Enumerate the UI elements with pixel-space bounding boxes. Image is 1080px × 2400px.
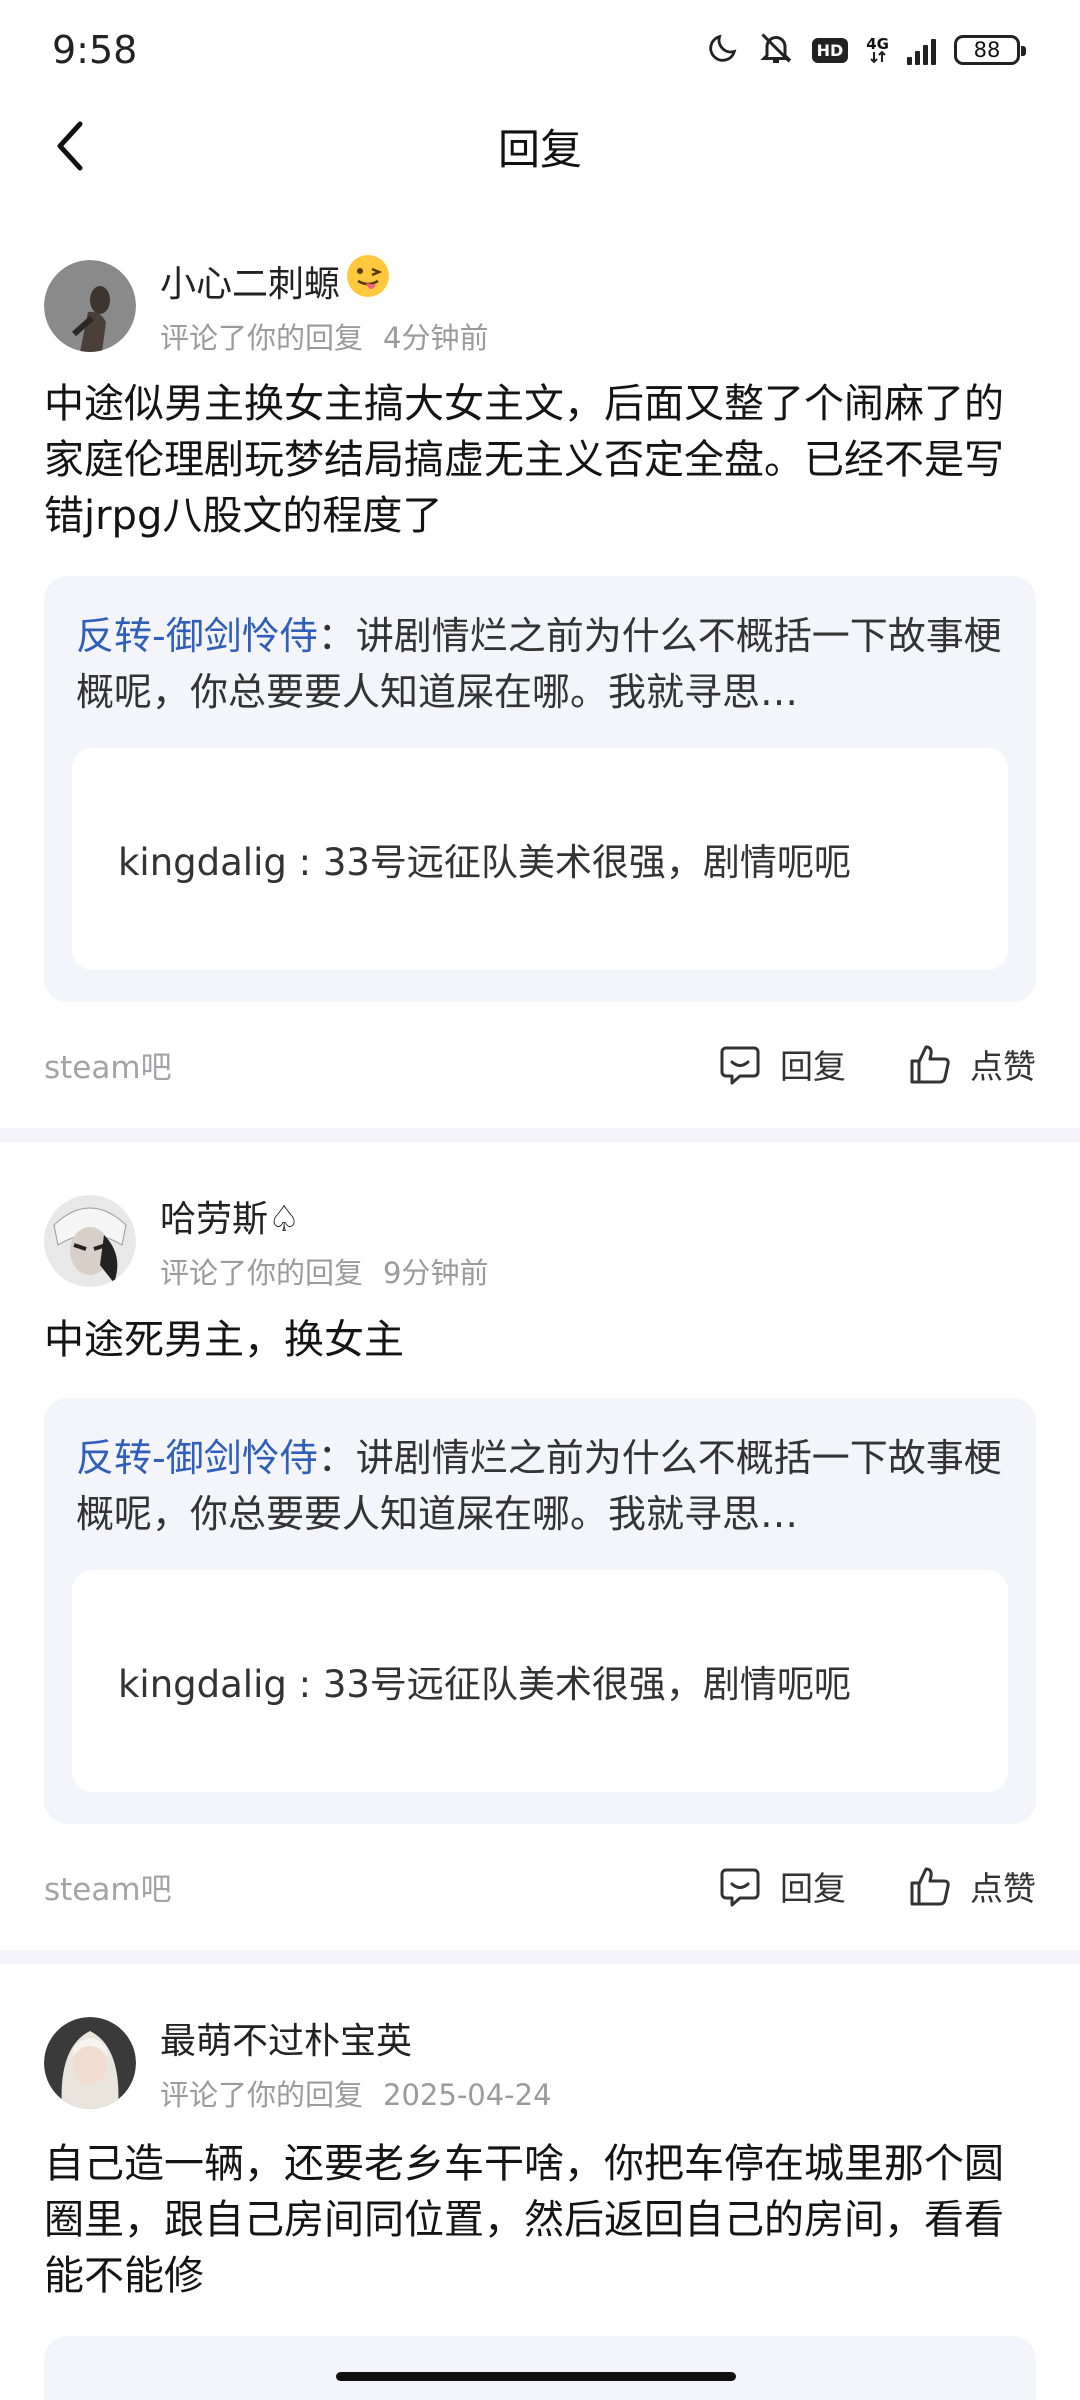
thumbs-up-icon: [910, 1045, 950, 1084]
avatar[interactable]: [44, 259, 136, 352]
card-divider: [0, 1950, 1080, 1964]
reply-label: 回复: [780, 1047, 846, 1086]
comment-actions: 回复 点赞: [718, 1862, 1036, 1910]
quoted-reply[interactable]: [44, 2336, 1036, 2400]
like-button[interactable]: 点赞: [908, 1862, 1036, 1910]
comment-content[interactable]: 中途似男主换女主搞大女主文，后面又整了个闹麻了的家庭伦理剧玩梦结局搞虚无主义否定…: [44, 376, 1034, 544]
reply-icon: [720, 1868, 760, 1907]
comment-footer: steam吧 回复 点赞: [44, 1034, 1036, 1094]
page-title: 回复: [497, 124, 582, 174]
status-time: 9:58: [52, 28, 138, 72]
timestamp: 9分钟前: [383, 1256, 489, 1290]
card-divider: [0, 1128, 1080, 1142]
data-arrows-icon: [869, 51, 886, 63]
like-label: 点赞: [970, 1047, 1036, 1086]
home-indicator[interactable]: [336, 2372, 736, 2381]
username[interactable]: 哈劳斯♤: [160, 1190, 488, 1242]
comment-header: 小心二刺螈 评论了你的回复 4分钟前: [44, 254, 488, 357]
signal-icon: [907, 35, 936, 65]
nav-bar: 回复: [0, 100, 1080, 192]
quote-separator: ：: [317, 1436, 356, 1480]
reply-button[interactable]: 回复: [718, 1862, 846, 1910]
original-post-text: kingdalig : 33号远征队美术很强，剧情呃呃: [118, 1663, 851, 1706]
like-label: 点赞: [970, 1869, 1036, 1908]
user-meta: 小心二刺螈 评论了你的回复 4分钟前: [160, 254, 488, 357]
status-bar: 9:58 HD 4G 88: [0, 0, 1080, 100]
moon-icon: [706, 31, 740, 69]
quote-author[interactable]: 反转-御剑怜侍: [76, 614, 318, 658]
network-label: 4G: [866, 35, 889, 53]
avatar[interactable]: [44, 2017, 136, 2109]
original-post-box[interactable]: kingdalig : 33号远征队美术很强，剧情呃呃: [72, 1570, 1008, 1792]
quote-separator: ：: [317, 614, 356, 658]
reply-label: 回复: [780, 1869, 846, 1908]
forum-name[interactable]: steam吧: [44, 1864, 172, 1909]
quoted-reply[interactable]: 反转-御剑怜侍：讲剧情烂之前为什么不概括一下故事梗概呢，你总要要人知道屎在哪。我…: [44, 576, 1036, 1002]
quote-text: 反转-御剑怜侍：讲剧情烂之前为什么不概括一下故事梗概呢，你总要要人知道屎在哪。我…: [76, 1430, 1006, 1542]
comment-actions: 回复 点赞: [718, 1040, 1036, 1088]
quote-text: 反转-御剑怜侍：讲剧情烂之前为什么不概括一下故事梗概呢，你总要要人知道屎在哪。我…: [76, 608, 1006, 720]
thumbs-up-icon: [910, 1867, 950, 1906]
original-post-box[interactable]: kingdalig : 33号远征队美术很强，剧情呃呃: [72, 748, 1008, 970]
action-text: 评论了你的回复: [160, 1256, 364, 1290]
battery-indicator: 88: [954, 35, 1026, 65]
comment-content[interactable]: 自己造一辆，还要老乡车干啥，你把车停在城里那个圆圈里，跟自己房间同位置，然后返回…: [44, 2136, 1034, 2304]
reply-button[interactable]: 回复: [718, 1040, 846, 1088]
comment-footer: steam吧 回复 点赞: [44, 1856, 1036, 1916]
username[interactable]: 小心二刺螈: [160, 254, 488, 307]
hd-badge: HD: [811, 37, 849, 63]
username-text: 最萌不过朴宝英: [160, 2021, 413, 2062]
action-text: 评论了你的回复: [160, 2078, 364, 2112]
quote-author[interactable]: 反转-御剑怜侍: [76, 1436, 318, 1480]
mute-bell-icon: [758, 30, 794, 70]
forum-name[interactable]: steam吧: [44, 1042, 172, 1087]
username[interactable]: 最萌不过朴宝英: [160, 2012, 552, 2064]
avatar[interactable]: [44, 1195, 136, 1287]
comment-meta: 评论了你的回复 2025-04-24: [160, 2072, 552, 2114]
action-text: 评论了你的回复: [160, 321, 364, 355]
chevron-left-icon: [57, 121, 83, 171]
user-meta: 哈劳斯♤ 评论了你的回复 9分钟前: [160, 1190, 488, 1292]
timestamp: 2025-04-24: [383, 2078, 552, 2112]
username-text: 小心二刺螈: [160, 263, 341, 305]
original-post-text: kingdalig : 33号远征队美术很强，剧情呃呃: [118, 841, 851, 884]
comment-header: 哈劳斯♤ 评论了你的回复 9分钟前: [44, 1190, 488, 1292]
status-icons: HD 4G 88: [706, 30, 1026, 70]
reply-icon: [720, 1046, 760, 1085]
username-text: 哈劳斯♤: [160, 1199, 301, 1240]
quoted-reply[interactable]: 反转-御剑怜侍：讲剧情烂之前为什么不概括一下故事梗概呢，你总要要人知道屎在哪。我…: [44, 1398, 1036, 1824]
tongue-emoji-icon: [346, 254, 390, 307]
network-type: 4G: [866, 37, 889, 63]
comment-meta: 评论了你的回复 9分钟前: [160, 1250, 488, 1292]
comment-meta: 评论了你的回复 4分钟前: [160, 315, 488, 357]
back-button[interactable]: [42, 118, 98, 174]
timestamp: 4分钟前: [383, 321, 489, 355]
like-button[interactable]: 点赞: [908, 1040, 1036, 1088]
comment-header: 最萌不过朴宝英 评论了你的回复 2025-04-24: [44, 2012, 552, 2114]
comment-content[interactable]: 中途死男主，换女主: [44, 1312, 1034, 1368]
user-meta: 最萌不过朴宝英 评论了你的回复 2025-04-24: [160, 2012, 552, 2114]
